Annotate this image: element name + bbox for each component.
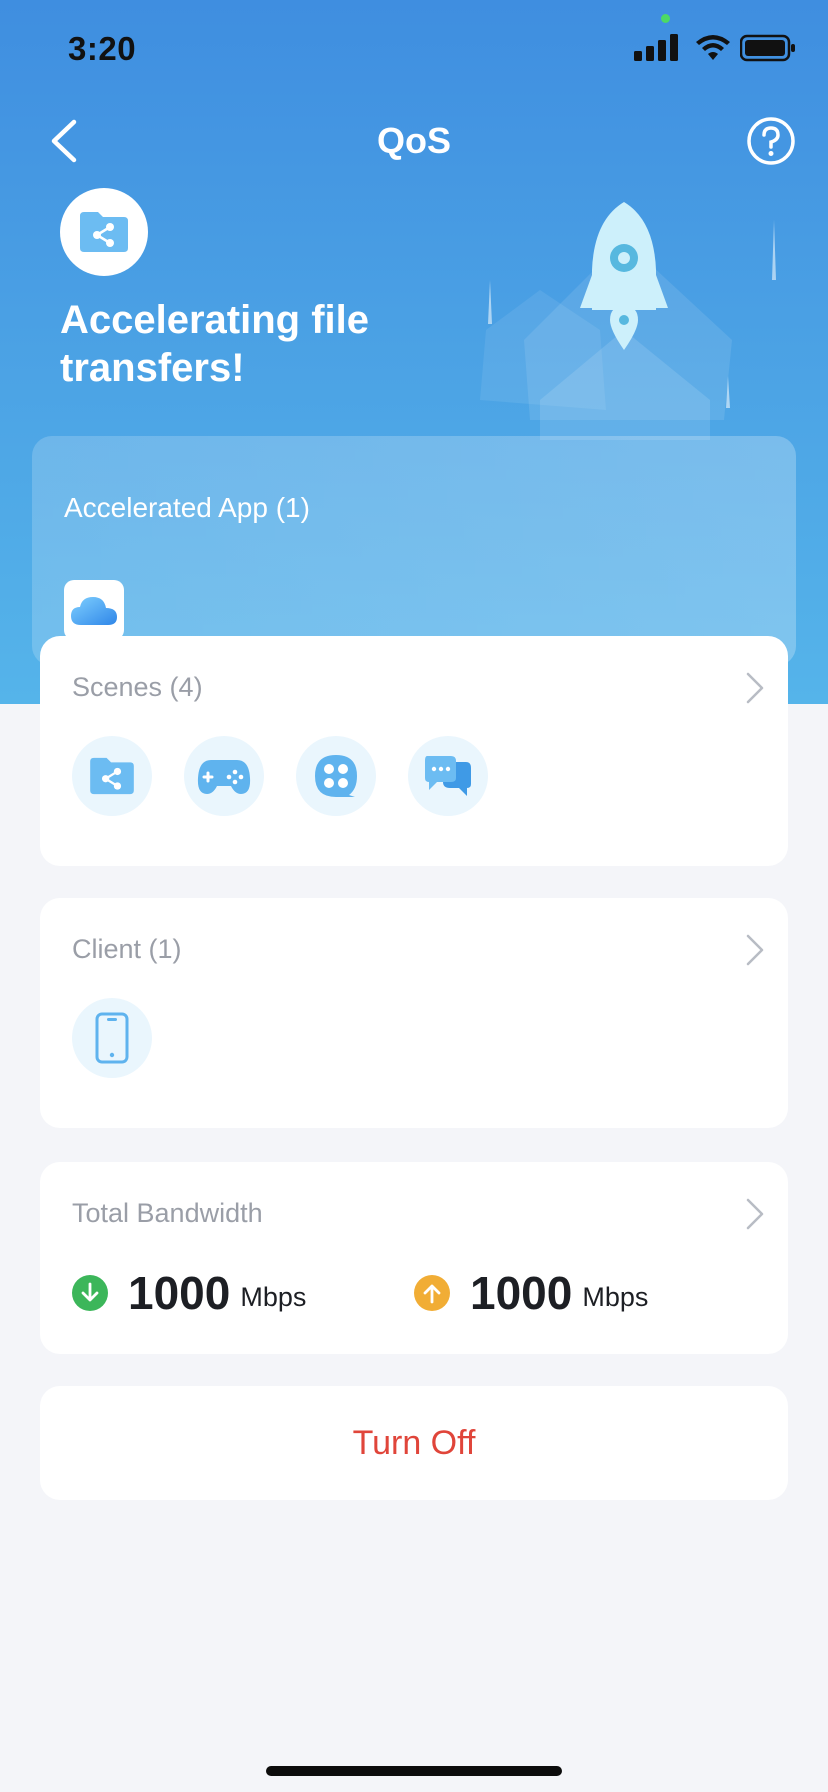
chevron-right-icon (746, 934, 764, 966)
qos-screen: 3:20 QoS Accelerating file transfers! Ac… (0, 0, 828, 1792)
cloud-icon (71, 597, 117, 625)
scenes-title: Scenes (4) (72, 672, 203, 702)
scenes-icon-row (72, 736, 488, 816)
scene-video[interactable] (296, 736, 376, 816)
hero-headline: Accelerating file transfers! (60, 298, 370, 390)
status-bar: 3:20 (0, 0, 828, 100)
upload-value: 1000 (470, 1267, 573, 1319)
privacy-indicator-dot (661, 14, 670, 23)
page-title: QoS (376, 120, 451, 161)
status-icons (634, 34, 796, 62)
status-time: 3:20 (68, 30, 137, 67)
file-share-icon (90, 757, 134, 795)
cellular-signal-icon (634, 34, 678, 61)
client-card[interactable]: Client (1) (40, 898, 788, 1128)
phone-icon (95, 1012, 129, 1064)
upload-unit: Mbps (582, 1281, 649, 1312)
chat-icon (425, 756, 471, 796)
accelerated-app-title: Accelerated App (1) (64, 492, 310, 523)
upload-arrow-icon (414, 1275, 450, 1311)
scenes-card[interactable]: Scenes (4) (40, 636, 788, 866)
upload-bandwidth: 1000 Mbps (414, 1266, 648, 1320)
client-icon-row (72, 998, 152, 1078)
download-arrow-icon (72, 1275, 108, 1311)
current-scene-badge (60, 188, 148, 276)
bandwidth-card[interactable]: Total Bandwidth 1000 Mbps 1000 Mbps (40, 1162, 788, 1354)
scene-file-transfer[interactable] (72, 736, 152, 816)
home-indicator[interactable] (266, 1766, 562, 1776)
icloud-app-icon[interactable] (64, 580, 124, 640)
help-icon (747, 117, 795, 165)
gamepad-icon (197, 760, 251, 794)
hero-header: 3:20 QoS Accelerating file transfers! Ac… (0, 0, 828, 704)
client-title: Client (1) (72, 934, 182, 964)
bandwidth-title: Total Bandwidth (72, 1198, 263, 1228)
file-share-icon (80, 212, 128, 252)
video-icon (315, 755, 357, 797)
chevron-right-icon (746, 1198, 764, 1230)
scene-chat[interactable] (408, 736, 488, 816)
wifi-icon (696, 35, 730, 60)
download-bandwidth: 1000 Mbps (72, 1266, 306, 1320)
chevron-right-icon (746, 672, 764, 704)
scene-gaming[interactable] (184, 736, 264, 816)
battery-icon (740, 34, 795, 62)
help-button[interactable] (746, 116, 796, 166)
accelerated-app-panel[interactable]: Accelerated App (1) (32, 436, 796, 666)
client-device[interactable] (72, 998, 152, 1078)
turn-off-button[interactable]: Turn Off (40, 1386, 788, 1500)
bandwidth-row: 1000 Mbps 1000 Mbps (72, 1266, 772, 1322)
download-unit: Mbps (240, 1281, 307, 1312)
download-value: 1000 (128, 1267, 231, 1319)
rocket-illustration (480, 202, 776, 440)
